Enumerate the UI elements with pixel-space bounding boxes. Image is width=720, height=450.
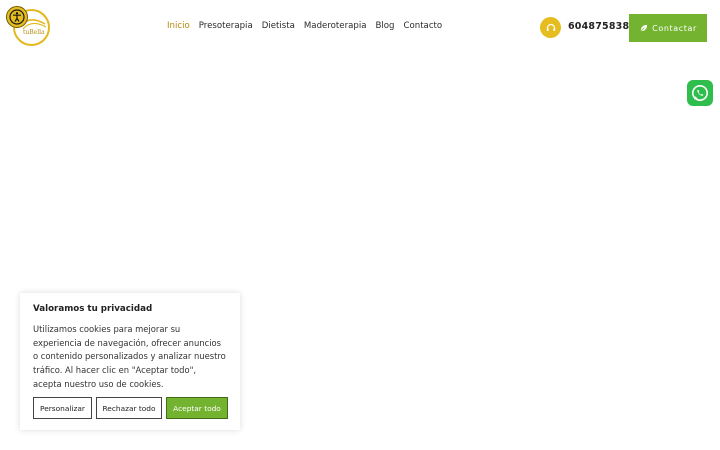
accessibility-button[interactable]	[6, 6, 28, 28]
cookie-text: Utilizamos cookies para mejorar su exper…	[33, 324, 226, 389]
contact-button[interactable]: Contactar	[629, 14, 707, 42]
customize-button[interactable]: Personalizar	[33, 397, 92, 419]
contact-button-label: Contactar	[652, 23, 697, 33]
page: tuBella Inicio Presoterapia Dietista Mad…	[0, 0, 720, 450]
accessibility-icon	[9, 9, 25, 25]
phone-number[interactable]: 604875838	[568, 21, 629, 32]
whatsapp-icon	[692, 85, 708, 101]
nav-item-maderoterapia[interactable]: Maderoterapia	[304, 21, 367, 31]
cookie-buttons: Personalizar Rechazar todo Aceptar todo	[33, 397, 228, 419]
site-header: tuBella Inicio Presoterapia Dietista Mad…	[0, 0, 720, 56]
nav-item-dietista[interactable]: Dietista	[262, 21, 295, 31]
whatsapp-button[interactable]	[687, 80, 713, 106]
accept-all-button[interactable]: Aceptar todo	[166, 397, 228, 419]
nav-item-blog[interactable]: Blog	[375, 21, 394, 31]
reject-all-button[interactable]: Rechazar todo	[96, 397, 162, 419]
nav-item-inicio[interactable]: Inicio	[167, 21, 190, 31]
cookie-title: Valoramos tu privacidad	[33, 304, 153, 314]
cookie-consent-banner: Valoramos tu privacidad Utilizamos cooki…	[20, 293, 240, 430]
leaf-icon	[640, 24, 648, 31]
nav-item-contacto[interactable]: Contacto	[403, 21, 442, 31]
headset-icon	[540, 17, 561, 38]
main-nav: Inicio Presoterapia Dietista Maderoterap…	[167, 21, 451, 31]
logo-text: tuBella	[23, 29, 45, 36]
nav-item-presoterapia[interactable]: Presoterapia	[199, 21, 253, 31]
